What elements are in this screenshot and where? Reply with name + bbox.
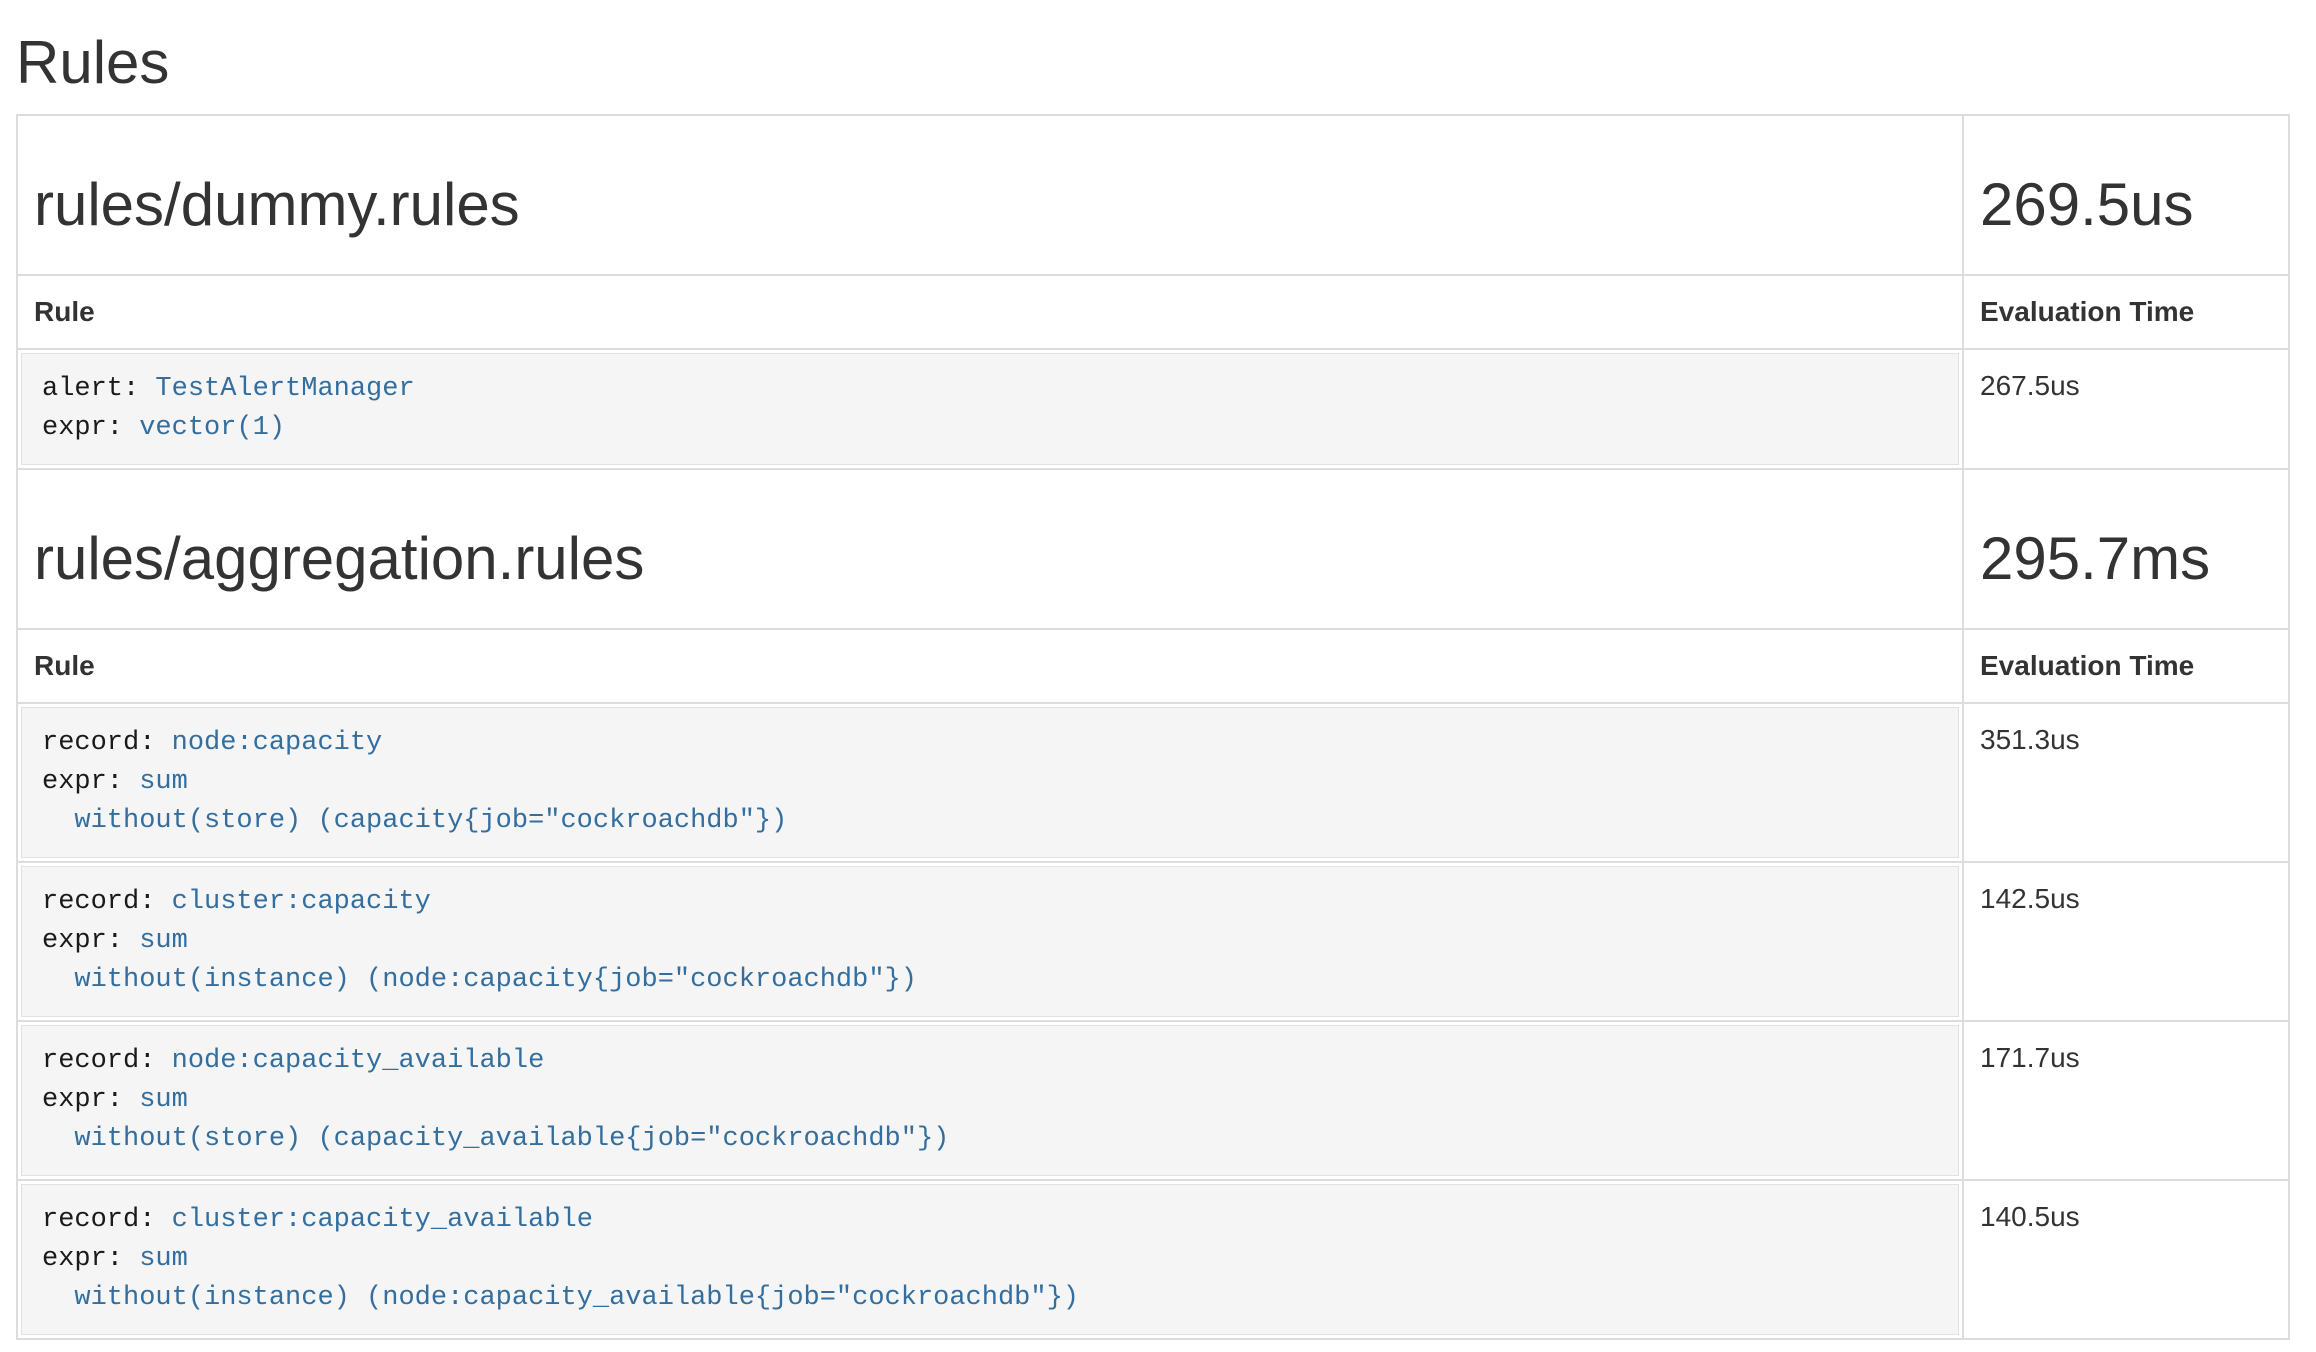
rule-code-block: record: node:capacityexpr: sum without(s… (21, 707, 1959, 858)
rules-page: Rules rules/dummy.rules 269.5us Rule Eva… (16, 30, 2290, 1340)
evaluation-time-column-header: Evaluation Time (1963, 275, 2289, 349)
group-header-row: rules/aggregation.rules 295.7ms (17, 469, 2289, 629)
rule-keyword: expr: (42, 926, 123, 956)
rule-evaluation-time: 351.3us (1963, 703, 2289, 862)
rule-keyword: alert: (42, 374, 139, 404)
group-total-time-cell: 269.5us (1963, 115, 2289, 275)
page-title: Rules (16, 30, 2290, 96)
group-file-cell: rules/aggregation.rules (17, 469, 1963, 629)
rule-definition-cell: record: cluster:capacityexpr: sum withou… (17, 862, 1963, 1021)
rule-expression-link[interactable]: sum (123, 1085, 188, 1115)
rule-expression-link[interactable]: cluster:capacity (155, 887, 430, 917)
code-line: expr: sum (42, 1081, 1938, 1120)
code-line: expr: sum (42, 763, 1938, 802)
rule-expression-link[interactable]: without(store) (capacity{job="cockroachd… (42, 806, 787, 836)
rule-expression-link[interactable]: sum (123, 926, 188, 956)
code-line: without(instance) (node:capacity{job="co… (42, 961, 1938, 1000)
evaluation-time-column-header: Evaluation Time (1963, 629, 2289, 703)
rule-expression-link[interactable]: TestAlertManager (139, 374, 414, 404)
rule-definition-cell: record: node:capacity_availableexpr: sum… (17, 1021, 1963, 1180)
rule-expression-link[interactable]: without(instance) (node:capacity{job="co… (42, 965, 917, 995)
rule-keyword: expr: (42, 767, 123, 797)
rule-keyword: record: (42, 1046, 155, 1076)
group-total-time-cell: 295.7ms (1963, 469, 2289, 629)
rule-row: record: cluster:capacity_availableexpr: … (17, 1180, 2289, 1339)
rule-expression-link[interactable]: without(instance) (node:capacity_availab… (42, 1283, 1079, 1313)
group-header-row: rules/dummy.rules 269.5us (17, 115, 2289, 275)
rule-keyword: record: (42, 728, 155, 758)
group-file-name: rules/aggregation.rules (34, 526, 1946, 592)
rule-definition-cell: alert: TestAlertManagerexpr: vector(1) (17, 349, 1963, 469)
rule-column-header: Rule (17, 275, 1963, 349)
rule-evaluation-time: 142.5us (1963, 862, 2289, 1021)
rule-definition-cell: record: node:capacityexpr: sum without(s… (17, 703, 1963, 862)
code-line: expr: sum (42, 922, 1938, 961)
rule-column-header: Rule (17, 629, 1963, 703)
rule-expression-link[interactable]: node:capacity_available (155, 1046, 544, 1076)
rule-keyword: record: (42, 887, 155, 917)
code-line: record: node:capacity_available (42, 1042, 1938, 1081)
rule-expression-link[interactable]: without(store) (capacity_available{job="… (42, 1124, 949, 1154)
rule-keyword: expr: (42, 1085, 123, 1115)
rule-code-block: record: node:capacity_availableexpr: sum… (21, 1025, 1959, 1176)
rule-evaluation-time: 267.5us (1963, 349, 2289, 469)
column-header-row: Rule Evaluation Time (17, 275, 2289, 349)
code-line: without(store) (capacity_available{job="… (42, 1120, 1938, 1159)
code-line: expr: sum (42, 1240, 1938, 1279)
rule-row: record: node:capacityexpr: sum without(s… (17, 703, 2289, 862)
code-line: record: cluster:capacity_available (42, 1201, 1938, 1240)
code-line: record: cluster:capacity (42, 883, 1938, 922)
group-total-evaluation-time: 295.7ms (1980, 526, 2272, 592)
code-line: without(store) (capacity{job="cockroachd… (42, 802, 1938, 841)
rule-code-block: alert: TestAlertManagerexpr: vector(1) (21, 353, 1959, 465)
rule-evaluation-time: 171.7us (1963, 1021, 2289, 1180)
group-total-evaluation-time: 269.5us (1980, 172, 2272, 238)
code-line: without(instance) (node:capacity_availab… (42, 1279, 1938, 1318)
rule-row: alert: TestAlertManagerexpr: vector(1) 2… (17, 349, 2289, 469)
rules-table: rules/dummy.rules 269.5us Rule Evaluatio… (16, 114, 2290, 1340)
rule-expression-link[interactable]: sum (123, 767, 188, 797)
rule-expression-link[interactable]: vector(1) (123, 413, 285, 443)
rule-keyword: expr: (42, 413, 123, 443)
rule-keyword: expr: (42, 1244, 123, 1274)
code-line: alert: TestAlertManager (42, 370, 1938, 409)
rule-row: record: node:capacity_availableexpr: sum… (17, 1021, 2289, 1180)
rule-expression-link[interactable]: sum (123, 1244, 188, 1274)
code-line: expr: vector(1) (42, 409, 1938, 448)
rule-row: record: cluster:capacityexpr: sum withou… (17, 862, 2289, 1021)
rule-code-block: record: cluster:capacity_availableexpr: … (21, 1184, 1959, 1335)
rule-code-block: record: cluster:capacityexpr: sum withou… (21, 866, 1959, 1017)
rule-keyword: record: (42, 1205, 155, 1235)
column-header-row: Rule Evaluation Time (17, 629, 2289, 703)
code-line: record: node:capacity (42, 724, 1938, 763)
rule-expression-link[interactable]: cluster:capacity_available (155, 1205, 592, 1235)
group-file-cell: rules/dummy.rules (17, 115, 1963, 275)
rule-evaluation-time: 140.5us (1963, 1180, 2289, 1339)
group-file-name: rules/dummy.rules (34, 172, 1946, 238)
rule-expression-link[interactable]: node:capacity (155, 728, 382, 758)
rule-definition-cell: record: cluster:capacity_availableexpr: … (17, 1180, 1963, 1339)
